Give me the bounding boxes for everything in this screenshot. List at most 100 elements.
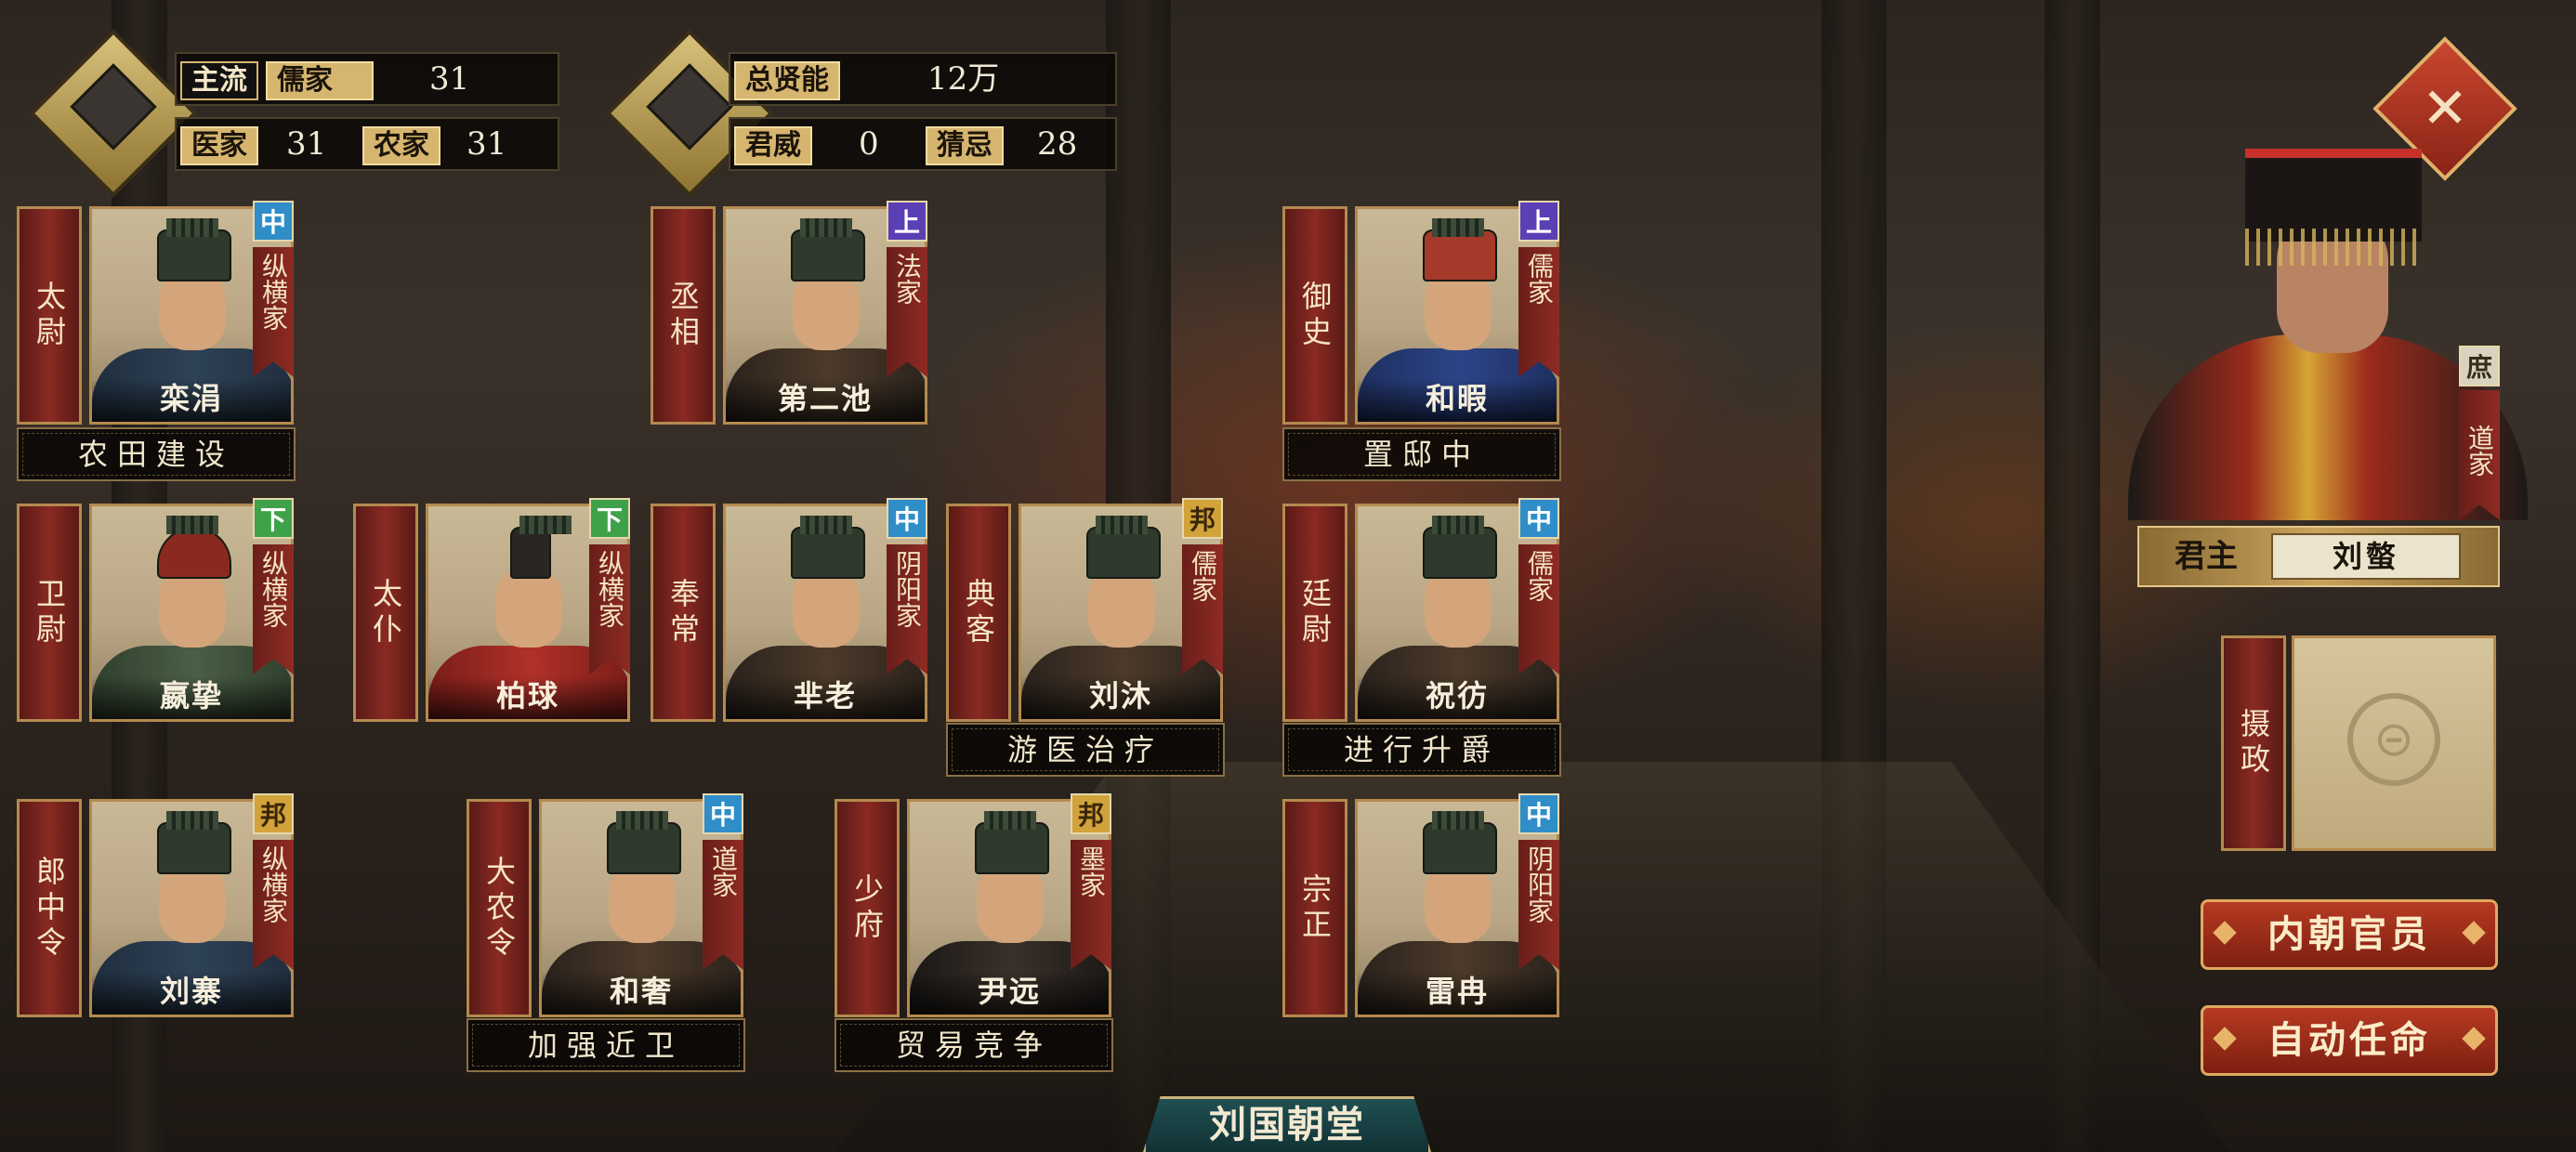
mainstream-row: 主流 儒家 31 — [175, 52, 559, 106]
minister-name: 第二池 — [777, 381, 873, 416]
minister-name: 尹远 — [977, 974, 1041, 1009]
office-banner: 御史 — [1282, 206, 1347, 425]
mainstream-value: 31 — [429, 60, 470, 98]
office-title: 卫尉 — [32, 577, 67, 648]
minister-name: 嬴挚 — [159, 678, 223, 713]
suspicion-value: 28 — [1037, 125, 1078, 163]
school-values-row: 医家 31 农家 31 — [175, 117, 559, 171]
school-stats-panel: 主流 儒家 31 医家 31 农家 31 — [29, 29, 559, 198]
talent-stats-panel: 总贤能 12万 君威 0 猜忌 28 — [605, 29, 1134, 198]
grade-badge: 邦 — [253, 793, 294, 834]
office-banner: 奉常 — [651, 504, 716, 722]
minister-name: 芈老 — [793, 678, 857, 713]
minister-name: 和奢 — [609, 974, 673, 1009]
school-label: 儒家 — [1524, 253, 1555, 305]
minister-card-fengchang[interactable]: 奉常 芈老 阴阳家 中 — [651, 498, 929, 722]
minister-card-taiwei[interactable]: 太尉 栾涓 纵横家 中 — [17, 201, 296, 425]
school-label: 纵横家 — [595, 550, 625, 628]
minister-card-langzhongling[interactable]: 郎中令 刘寨 纵横家 邦 — [17, 793, 296, 1017]
inner-court-button[interactable]: 内朝官员 — [2201, 899, 2498, 970]
school3-label: 农家 — [362, 126, 440, 165]
grade-badge: 上 — [1518, 201, 1559, 242]
minister-card-taipu[interactable]: 太仆 柏球 纵横家 下 — [353, 498, 632, 722]
policy-plate[interactable]: 农田建设 — [17, 427, 296, 481]
grade-badge: 中 — [1518, 498, 1559, 539]
policy-plate[interactable]: 游医治疗 — [946, 723, 1225, 777]
office-banner: 宗正 — [1282, 799, 1347, 1017]
office-banner: 太仆 — [353, 504, 418, 722]
grade-badge: 下 — [589, 498, 630, 539]
regent-seal-icon: ⊝ — [2347, 693, 2440, 786]
school-label: 纵横家 — [258, 845, 289, 923]
grade-badge: 上 — [887, 201, 927, 242]
office-title: 少府 — [849, 872, 885, 944]
lord-school-label: 道家 — [2464, 425, 2495, 477]
lord-name: 刘螫 — [2271, 533, 2461, 580]
grade-badge: 中 — [703, 793, 743, 834]
prestige-value: 0 — [859, 125, 879, 163]
minister-name: 和暇 — [1425, 381, 1489, 416]
school-label: 纵横家 — [258, 550, 289, 628]
grade-badge: 中 — [1518, 793, 1559, 834]
office-banner: 典客 — [946, 504, 1011, 722]
policy-plate[interactable]: 置邸中 — [1282, 427, 1561, 481]
school-label: 儒家 — [1188, 550, 1218, 602]
office-title: 廷尉 — [1297, 577, 1333, 648]
suspicion-label: 猜忌 — [926, 126, 1004, 165]
grade-badge: 中 — [887, 498, 927, 539]
total-talent-label: 总贤能 — [734, 61, 840, 100]
lord-portrait[interactable]: 道家 庶 — [2128, 139, 2528, 520]
minister-name: 栾涓 — [159, 381, 223, 416]
minister-card-dianke[interactable]: 典客 刘沐 儒家 邦 — [946, 498, 1225, 722]
prestige-label: 君威 — [734, 126, 812, 165]
office-banner: 郎中令 — [17, 799, 82, 1017]
office-banner: 廷尉 — [1282, 504, 1347, 722]
office-title: 大农令 — [481, 855, 517, 962]
school-label: 法家 — [892, 253, 923, 305]
policy-plate[interactable]: 进行升爵 — [1282, 723, 1561, 777]
office-banner: 卫尉 — [17, 504, 82, 722]
grade-badge: 邦 — [1182, 498, 1223, 539]
policy-plate[interactable]: 贸易竞争 — [835, 1018, 1113, 1072]
school2-value: 31 — [286, 125, 327, 163]
minister-card-zongzheng[interactable]: 宗正 雷冉 阴阳家 中 — [1282, 793, 1561, 1017]
minister-name: 刘寨 — [159, 974, 223, 1009]
total-talent-row: 总贤能 12万 — [729, 52, 1117, 106]
school2-label: 医家 — [180, 126, 258, 165]
minister-card-weiwei[interactable]: 卫尉 嬴挚 纵横家 下 — [17, 498, 296, 722]
regent-label: 摄政 — [2236, 708, 2271, 779]
minister-card-tingwei[interactable]: 廷尉 祝彷 儒家 中 — [1282, 498, 1561, 722]
office-banner: 大农令 — [467, 799, 532, 1017]
office-title: 丞相 — [665, 280, 701, 351]
minister-name: 祝彷 — [1425, 678, 1489, 713]
mainstream-label: 主流 — [180, 61, 258, 100]
court-tab[interactable]: 刘国朝堂 — [1143, 1096, 1431, 1152]
minister-card-shaofu[interactable]: 少府 尹远 墨家 邦 — [835, 793, 1113, 1017]
minister-card-yushi[interactable]: 御史 和暇 儒家 上 — [1282, 201, 1561, 425]
mainstream-school: 儒家 — [266, 61, 374, 100]
lord-grade-badge: 庶 — [2459, 346, 2500, 386]
regent-banner: 摄政 — [2221, 635, 2286, 851]
prestige-row: 君威 0 猜忌 28 — [729, 117, 1117, 171]
office-title: 典客 — [961, 577, 996, 648]
policy-plate[interactable]: 加强近卫 — [467, 1018, 745, 1072]
minister-card-chengxiang[interactable]: 丞相 第二池 法家 上 — [651, 201, 929, 425]
school-label: 纵横家 — [258, 253, 289, 331]
auto-appoint-button[interactable]: 自动任命 — [2201, 1005, 2498, 1076]
school-label: 墨家 — [1076, 845, 1107, 897]
lord-title: 君主 — [2175, 538, 2238, 575]
office-banner: 丞相 — [651, 206, 716, 425]
minister-name: 柏球 — [495, 678, 559, 713]
grade-badge: 下 — [253, 498, 294, 539]
office-title: 奉常 — [665, 577, 701, 648]
school-label: 阴阳家 — [892, 550, 923, 628]
office-title: 太尉 — [32, 280, 67, 351]
bamboo-scroll-icon — [29, 29, 198, 198]
office-title: 太仆 — [368, 577, 403, 648]
office-title: 宗正 — [1297, 872, 1333, 944]
school-label: 儒家 — [1524, 550, 1555, 602]
minister-card-danongling[interactable]: 大农令 和奢 道家 中 — [467, 793, 745, 1017]
total-talent-value: 12万 — [927, 60, 1000, 98]
minister-name: 雷冉 — [1425, 974, 1489, 1009]
office-banner: 太尉 — [17, 206, 82, 425]
